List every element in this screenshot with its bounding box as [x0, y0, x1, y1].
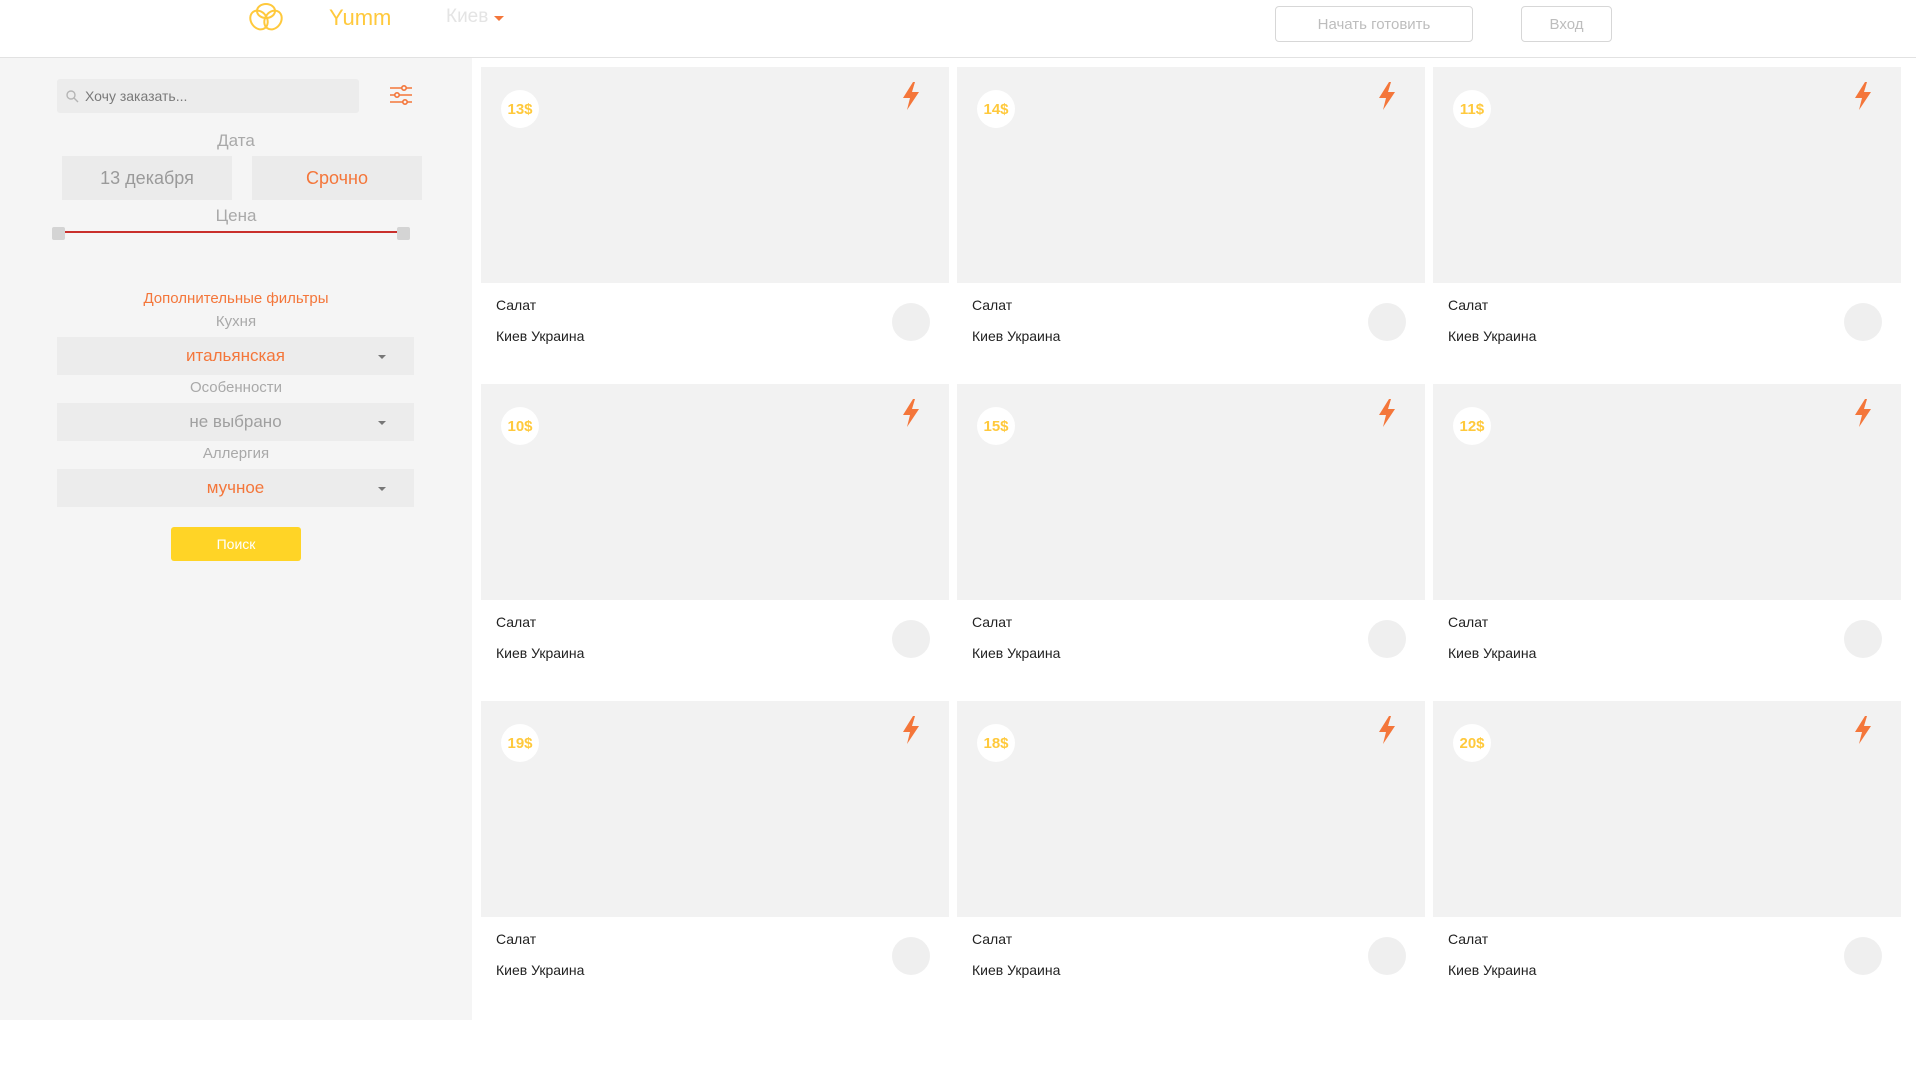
dish-card[interactable]: 10$ Салат Киев Украина [481, 384, 949, 689]
urgent-button[interactable]: Срочно [252, 156, 422, 200]
dish-title: Салат [496, 297, 537, 313]
dish-title: Салат [1448, 931, 1489, 947]
dish-image[interactable] [481, 701, 949, 917]
yumm-logo-icon[interactable] [246, 0, 286, 36]
lightning-icon [1855, 82, 1871, 110]
dish-title: Салат [496, 931, 537, 947]
dish-image[interactable] [481, 384, 949, 600]
dish-title: Салат [1448, 614, 1489, 630]
extra-filters-link[interactable]: Дополнительные фильтры [0, 290, 472, 307]
search-input[interactable]: Хочу заказать... [57, 79, 359, 113]
lightning-icon [903, 82, 919, 110]
price-badge: 10$ [501, 407, 539, 445]
dish-card[interactable]: 20$ Салат Киев Украина [1433, 701, 1901, 1006]
price-badge: 12$ [1453, 407, 1491, 445]
search-icon [66, 89, 79, 102]
avatar[interactable] [892, 620, 930, 658]
lightning-icon [1379, 82, 1395, 110]
price-label: Цена [215, 206, 257, 225]
lightning-icon [1379, 399, 1395, 427]
search-button[interactable]: Поиск [171, 527, 301, 561]
dropdown-arrow-icon [378, 487, 386, 491]
date-picker[interactable]: 13 декабря [62, 156, 232, 200]
price-badge: 18$ [977, 724, 1015, 762]
avatar[interactable] [1844, 303, 1882, 341]
avatar[interactable] [892, 303, 930, 341]
brand-name[interactable]: Yumm [329, 5, 391, 31]
dish-image[interactable] [1433, 701, 1901, 917]
price-badge: 14$ [977, 90, 1015, 128]
login-button[interactable]: Вход [1521, 6, 1612, 42]
cuisine-label: Кухня [215, 313, 257, 330]
dish-location: Киев Украина [496, 645, 585, 661]
dish-title: Салат [1448, 297, 1489, 313]
dish-card[interactable]: 11$ Салат Киев Украина [1433, 67, 1901, 372]
dish-card[interactable]: 13$ Салат Киев Украина [481, 67, 949, 372]
price-slider-track[interactable] [59, 231, 405, 233]
price-slider-max-handle[interactable] [397, 227, 410, 240]
dish-title: Салат [972, 614, 1013, 630]
price-badge: 13$ [501, 90, 539, 128]
dish-location: Киев Украина [1448, 328, 1537, 344]
filter-settings-icon[interactable] [388, 82, 414, 108]
dish-image[interactable] [1433, 67, 1901, 283]
lightning-icon [1379, 716, 1395, 744]
avatar[interactable] [1368, 937, 1406, 975]
lightning-icon [903, 399, 919, 427]
dish-title: Салат [972, 931, 1013, 947]
dish-location: Киев Украина [1448, 645, 1537, 661]
dish-location: Киев Украина [972, 328, 1061, 344]
dish-card[interactable]: 15$ Салат Киев Украина [957, 384, 1425, 689]
dish-location: Киев Украина [496, 962, 585, 978]
allergy-label: Аллергия [202, 445, 270, 462]
dish-title: Салат [496, 614, 537, 630]
avatar[interactable] [1368, 620, 1406, 658]
dish-image[interactable] [957, 701, 1425, 917]
filter-sidebar: Хочу заказать... Дата 13 декабря Срочно … [0, 58, 472, 1020]
price-slider-min-handle[interactable] [52, 227, 65, 240]
dish-location: Киев Украина [972, 962, 1061, 978]
dish-card[interactable]: 14$ Салат Киев Украина [957, 67, 1425, 372]
avatar[interactable] [1368, 303, 1406, 341]
dropdown-arrow-icon [378, 421, 386, 425]
allergy-value: мучное [206, 478, 265, 497]
dish-location: Киев Украина [972, 645, 1061, 661]
price-badge: 11$ [1453, 90, 1491, 128]
price-badge: 15$ [977, 407, 1015, 445]
dish-image[interactable] [481, 67, 949, 283]
dish-card[interactable]: 19$ Салат Киев Украина [481, 701, 949, 1006]
features-label: Особенности [189, 379, 283, 396]
cuisine-select[interactable]: итальянская [57, 337, 414, 375]
lightning-icon [1855, 399, 1871, 427]
dropdown-arrow-icon [378, 355, 386, 359]
features-select[interactable]: не выбрано [57, 403, 414, 441]
price-badge: 20$ [1453, 724, 1491, 762]
price-badge: 19$ [501, 724, 539, 762]
top-header: Yumm Киев Начать готовить Вход [0, 0, 1916, 58]
lightning-icon [903, 716, 919, 744]
chevron-down-icon [494, 15, 505, 21]
avatar[interactable] [1844, 937, 1882, 975]
dish-image[interactable] [957, 67, 1425, 283]
dish-location: Киев Украина [496, 328, 585, 344]
avatar[interactable] [1844, 620, 1882, 658]
search-placeholder: Хочу заказать... [85, 88, 188, 104]
dish-location: Киев Украина [1448, 962, 1537, 978]
dish-card[interactable]: 12$ Салат Киев Украина [1433, 384, 1901, 689]
start-cooking-button[interactable]: Начать готовить [1275, 6, 1473, 42]
date-label: Дата [217, 131, 255, 150]
dish-image[interactable] [957, 384, 1425, 600]
avatar[interactable] [892, 937, 930, 975]
dish-title: Салат [972, 297, 1013, 313]
city-selector[interactable]: Киев [446, 6, 505, 28]
dish-image[interactable] [1433, 384, 1901, 600]
features-value: не выбрано [189, 412, 282, 431]
allergy-select[interactable]: мучное [57, 469, 414, 507]
city-label: Киев [446, 6, 489, 27]
dish-card[interactable]: 18$ Салат Киев Украина [957, 701, 1425, 1006]
cuisine-value: итальянская [186, 346, 285, 365]
lightning-icon [1855, 716, 1871, 744]
